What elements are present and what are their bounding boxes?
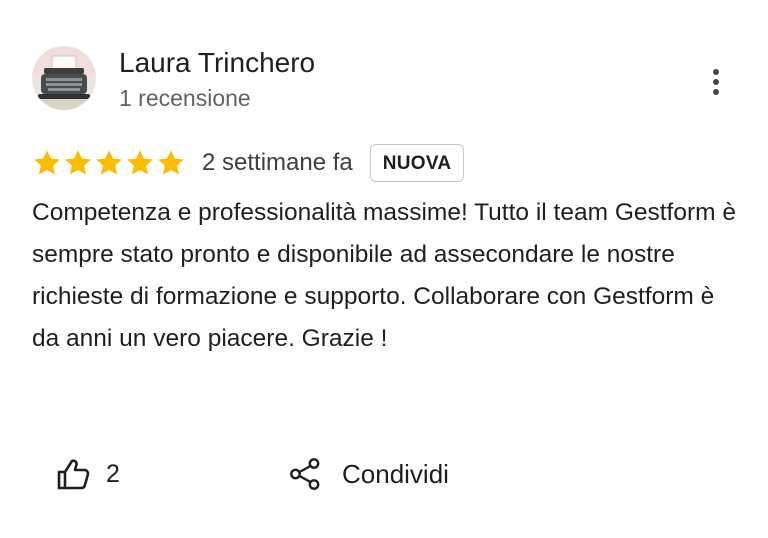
like-button[interactable]: 2	[56, 452, 120, 496]
review-text: Competenza e professionalità massime! Tu…	[32, 199, 736, 352]
author-name[interactable]: Laura Trinchero	[119, 46, 315, 80]
star-icon	[158, 150, 184, 175]
share-icon	[290, 458, 320, 490]
star-icon	[127, 150, 153, 175]
like-count: 2	[106, 459, 120, 488]
more-vert-icon	[713, 69, 719, 95]
share-button[interactable]: Condividi	[288, 452, 449, 496]
star-icon	[34, 150, 60, 175]
typewriter-avatar-icon	[32, 46, 96, 110]
share-label: Condividi	[342, 458, 449, 489]
review-date: 2 settimane fa	[202, 149, 353, 176]
new-badge: NUOVA	[369, 144, 465, 182]
more-options-button[interactable]	[700, 62, 732, 102]
rating-row: 2 settimane fa NUOVA	[32, 144, 465, 182]
star-icon	[65, 150, 91, 175]
author-avatar[interactable]	[32, 46, 96, 110]
star-rating	[32, 148, 186, 178]
thumb-up-icon	[57, 459, 90, 490]
star-icon	[96, 150, 122, 175]
review-actions: 2 Condividi	[0, 452, 768, 496]
author-review-count: 1 recensione	[119, 85, 251, 111]
